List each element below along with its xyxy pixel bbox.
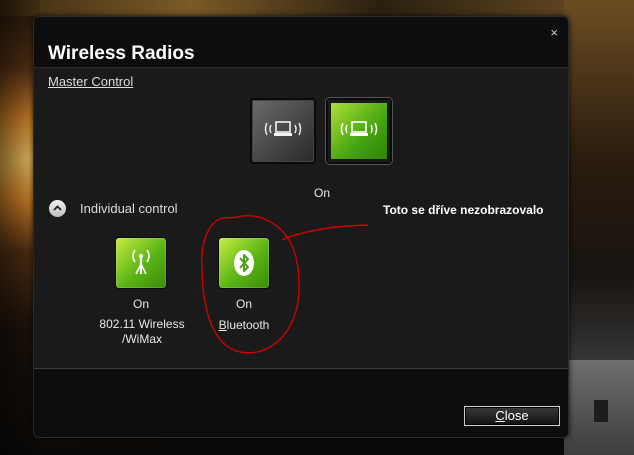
annotation-pointer — [281, 224, 369, 241]
annotation-text: Toto se dříve nezobrazovalo — [383, 203, 544, 217]
annotation-circle — [201, 215, 300, 354]
annotation-overlay — [201, 215, 369, 354]
